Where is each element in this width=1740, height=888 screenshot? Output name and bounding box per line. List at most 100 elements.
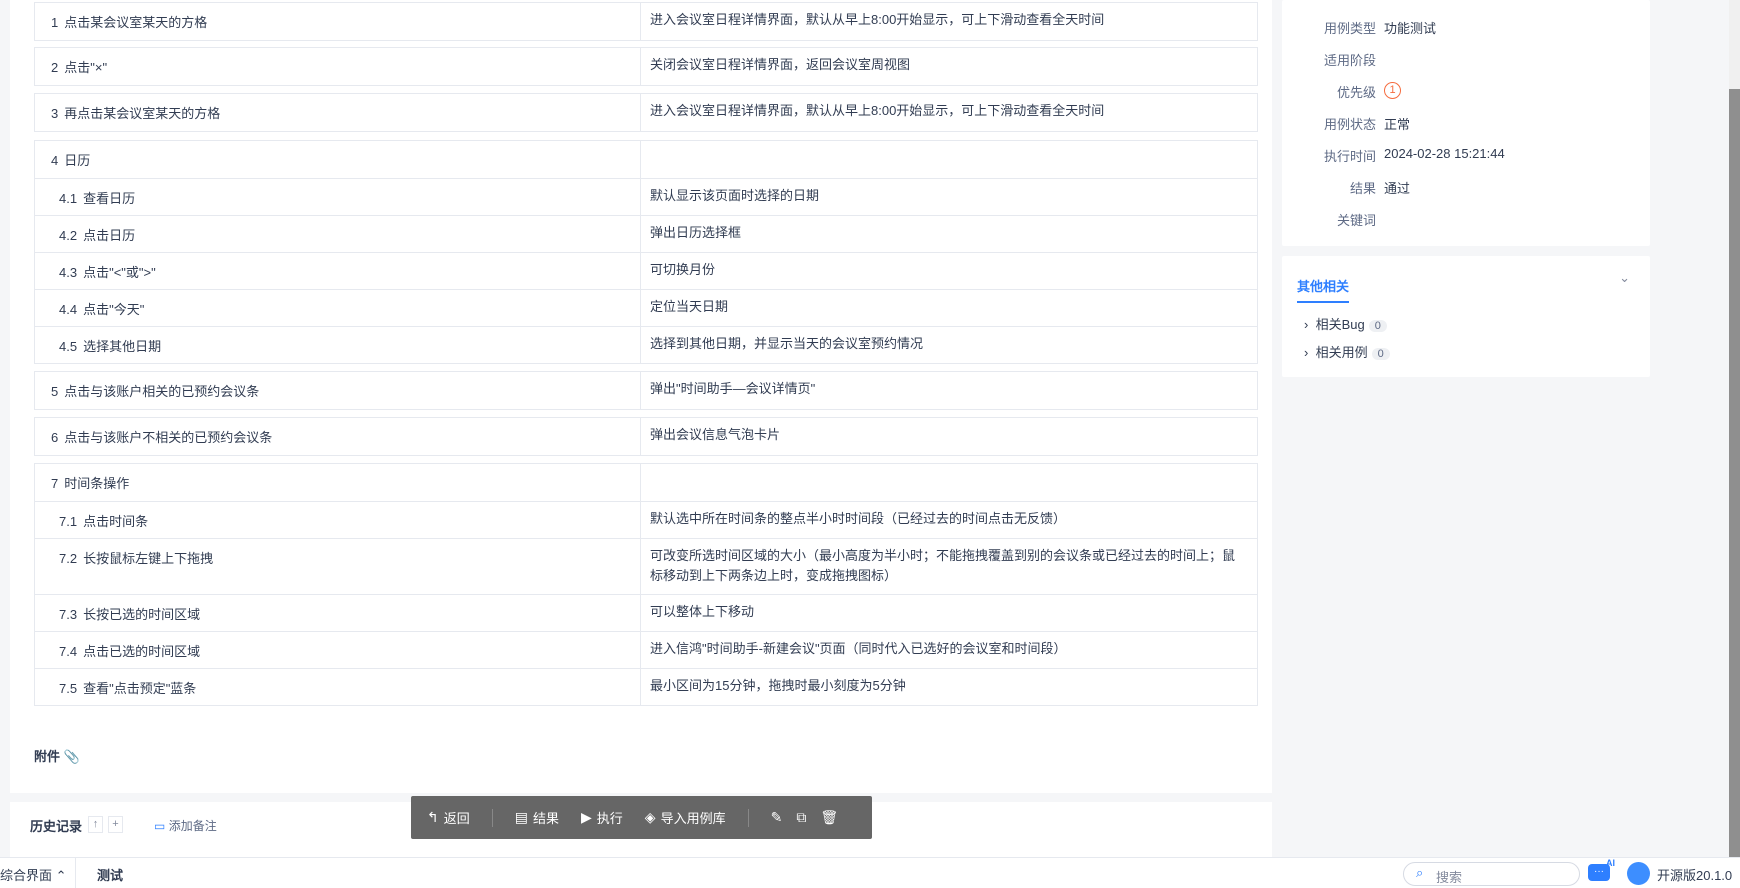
sort-up-button[interactable]: ↑ <box>88 816 103 833</box>
step-cell: 4 日历 <box>35 141 641 178</box>
step-cell: 3 再点击某会议室某天的方格 <box>35 94 641 131</box>
step-cell: 7.5 查看"点击预定"蓝条 <box>35 669 641 705</box>
step-row: 7.5 查看"点击预定"蓝条 最小区间为15分钟，拖拽时最小刻度为5分钟 <box>35 668 1257 705</box>
bottom-bar: 综合界面 ⌃ 测试 ⌕ 搜索 ··· AI 开源版20.1.0 <box>0 857 1740 888</box>
step-row: 4.4 点击"今天" 定位当天日期 <box>35 289 1257 326</box>
expected-cell: 进入会议室日程详情界面，默认从早上8:00开始显示，可上下滑动查看全天时间 <box>650 103 1105 118</box>
expected-cell: 可以整体上下移动 <box>650 604 755 619</box>
step-row: 7.2 长按鼠标左键上下拖拽 可改变所选时间区域的大小（最小高度为半小时；不能拖拽覆… <box>35 538 1257 594</box>
expected-cell: 进入会议室日程详情界面，默认从早上8:00开始显示，可上下滑动查看全天时间 <box>650 12 1105 27</box>
step-cell: 4.2 点击日历 <box>35 216 641 252</box>
step-cell: 2 点击"×" <box>35 48 641 85</box>
expected-cell <box>641 462 1257 501</box>
copy-icon: ⧉ <box>796 809 807 825</box>
step-cell: 7.3 长按已选的时间区域 <box>35 595 641 631</box>
expected-cell: 默认选中所在时间条的整点半小时时间段（已经过去的时间点击无反馈） <box>650 511 1067 526</box>
attachment-section[interactable]: 附件 📎 <box>34 746 80 765</box>
case-detail-panel: 1 点击某会议室某天的方格 进入会议室日程详情界面，默认从早上8:00开始显示，可上… <box>10 0 1272 793</box>
step-cell: 7.2 长按鼠标左键上下拖拽 <box>35 539 641 594</box>
expected-cell: 弹出会议信息气泡卡片 <box>650 427 781 442</box>
field-label: 执行时间 <box>1323 149 1376 164</box>
expected-cell: 默认显示该页面时选择的日期 <box>650 188 820 203</box>
step-group: 5 点击与该账户相关的已预约会议条 弹出"时间助手—会议详情页" <box>34 371 1258 410</box>
step-row: 4.5 选择其他日期 选择到其他日期，并显示当天的会议室预约情况 <box>35 326 1257 363</box>
step-group: 7 时间条操作 7.1 点击时间条 默认选中所在时间条的整点半小时时间段（已经过去的时间… <box>34 463 1258 706</box>
field-label: 适用阶段 <box>1323 53 1376 68</box>
step-row: 4.1 查看日历 默认显示该页面时选择的日期 <box>35 178 1257 215</box>
comment-icon: ▭ <box>154 819 166 833</box>
field-label: 用例类型 <box>1323 21 1376 36</box>
chevron-down-icon[interactable]: ⌄ <box>1619 270 1630 286</box>
step-group: 6 点击与该账户不相关的已预约会议条 弹出会议信息气泡卡片 <box>34 417 1258 456</box>
expected-cell: 选择到其他日期，并显示当天的会议室预约情况 <box>650 336 924 351</box>
trash-icon: 🗑 <box>820 809 839 825</box>
scrollbar-thumb[interactable] <box>1729 89 1740 857</box>
related-case-item[interactable]: › 相关用例 0 <box>1304 342 1390 361</box>
related-bug-item[interactable]: › 相关Bug 0 <box>1304 314 1387 333</box>
step-row: 4.2 点击日历 弹出日历选择框 <box>35 215 1257 252</box>
history-title: 历史记录 <box>30 819 83 834</box>
list-icon: ▤ <box>514 809 528 825</box>
add-note-button[interactable]: ▭ 添加备注 <box>154 817 217 834</box>
chevron-right-icon: › <box>1304 317 1309 332</box>
step-cell: 4.4 点击"今天" <box>35 290 641 326</box>
tab-test[interactable]: 测试 <box>97 865 123 884</box>
step-group: 4 日历 4.1 查看日历 默认显示该页面时选择的日期 4.2 点击日历 弹出日历选择框 4.3… <box>34 140 1258 364</box>
expected-cell: 进入信鸿"时间助手-新建会议"页面（同时代入已选好的会议室和时间段） <box>650 641 1067 656</box>
edit-button[interactable]: ✎ <box>771 809 783 826</box>
step-group: 2 点击"×" 关闭会议室日程详情界面，返回会议室周视图 <box>34 47 1258 86</box>
step-cell: 7.4 点击已选的时间区域 <box>35 632 641 668</box>
field-value: 2024-02-28 15:21:44 <box>1384 146 1505 161</box>
step-cell: 4.5 选择其他日期 <box>35 327 641 363</box>
result-button[interactable]: ▤ 结果 <box>515 808 559 827</box>
delete-button[interactable]: 🗑 <box>820 809 838 826</box>
step-cell: 7 时间条操作 <box>35 464 641 501</box>
expected-cell: 弹出"时间助手—会议详情页" <box>650 381 816 396</box>
field-label: 结果 <box>1349 181 1376 196</box>
step-cell: 6 点击与该账户不相关的已预约会议条 <box>35 418 641 455</box>
step-group: 1 点击某会议室某天的方格 进入会议室日程详情界面，默认从早上8:00开始显示，可上… <box>34 2 1258 41</box>
chevron-right-icon: › <box>1304 345 1309 360</box>
import-to-lib-button[interactable]: ◈ 导入用例库 <box>645 808 726 827</box>
expected-cell <box>641 139 1257 178</box>
step-row: 4.3 点击"<"或">" 可切换月份 <box>35 252 1257 289</box>
divider <box>75 857 76 888</box>
divider <box>491 808 493 827</box>
step-row: 7.3 长按已选的时间区域 可以整体上下移动 <box>35 594 1257 631</box>
edit-icon: ✎ <box>770 809 783 825</box>
play-icon: ▶ <box>581 809 592 825</box>
zentao-logo-icon <box>1627 862 1650 885</box>
nav-menu[interactable]: 综合界面 ⌃ <box>0 865 67 884</box>
step-row: 7.1 点击时间条 默认选中所在时间条的整点半小时时间段（已经过去的时间点击无反馈） <box>35 501 1257 538</box>
back-button[interactable]: ↰ 返回 <box>427 808 470 827</box>
step-row: 3 再点击某会议室某天的方格 进入会议室日程详情界面，默认从早上8:00开始显示，可… <box>35 94 1257 131</box>
expected-cell: 定位当天日期 <box>650 299 729 314</box>
step-row: 5 点击与该账户相关的已预约会议条 弹出"时间助手—会议详情页" <box>35 372 1257 409</box>
related-card: 其他相关 ⌄ › 相关Bug 0 › 相关用例 0 <box>1282 256 1650 377</box>
field-label: 关键词 <box>1336 213 1376 228</box>
step-group: 3 再点击某会议室某天的方格 进入会议室日程详情界面，默认从早上8:00开始显示，可… <box>34 93 1258 132</box>
search-icon: ⌕ <box>1416 865 1424 880</box>
step-cell: 4.3 点击"<"或">" <box>35 253 641 289</box>
expected-cell: 关闭会议室日程详情界面，返回会议室周视图 <box>650 57 911 72</box>
copy-button[interactable]: ⧉ <box>796 809 806 826</box>
expected-cell: 最小区间为15分钟，拖拽时最小刻度为5分钟 <box>650 678 906 693</box>
field-value: 通过 <box>1384 181 1411 196</box>
step-row: 7 时间条操作 <box>35 464 1257 501</box>
run-button[interactable]: ▶ 执行 <box>581 808 623 827</box>
scrollbar[interactable] <box>1729 0 1740 857</box>
action-toolbar: ↰ 返回 ▤ 结果 ▶ 执行 ◈ 导入用例库 ✎ ⧉ 🗑 <box>411 796 872 839</box>
paperclip-icon: 📎 <box>63 749 80 764</box>
priority-badge: 1 <box>1384 82 1401 99</box>
step-cell: 1 点击某会议室某天的方格 <box>35 3 641 40</box>
step-row: 2 点击"×" 关闭会议室日程详情界面，返回会议室周视图 <box>35 48 1257 85</box>
basic-info-card: 用例类型 功能测试 适用阶段 优先级 1 用例状态 正常 执行时间 2024-02-28 15:… <box>1282 0 1650 246</box>
ai-label: AI <box>1606 858 1615 868</box>
search-input[interactable]: ⌕ 搜索 <box>1403 862 1580 886</box>
diamond-icon: ◈ <box>644 809 656 825</box>
expand-all-button[interactable]: + <box>108 816 123 833</box>
expected-cell: 可切换月份 <box>650 262 716 277</box>
tab-related[interactable]: 其他相关 <box>1297 276 1350 303</box>
step-row: 4 日历 <box>35 141 1257 178</box>
field-value: 正常 <box>1384 117 1411 132</box>
